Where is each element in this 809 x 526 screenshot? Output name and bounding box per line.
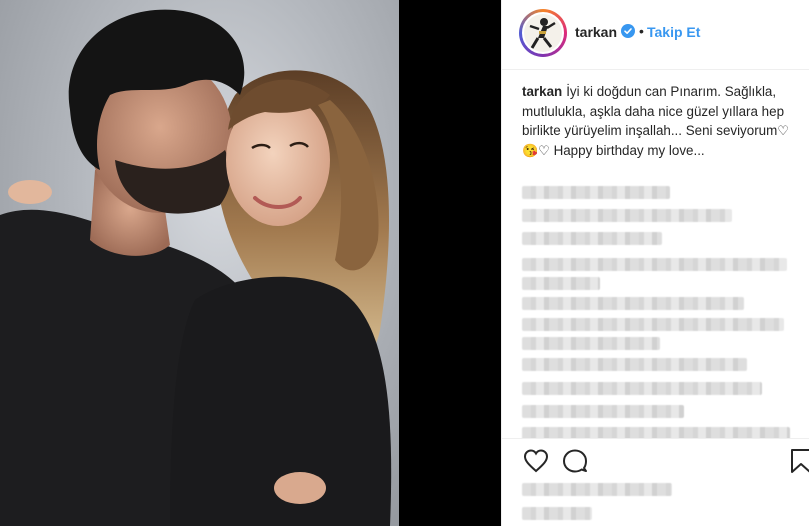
post-caption: tarkan İyi ki doğdun can Pınarım. Sağlıkl… <box>522 82 792 160</box>
blurred-comment <box>522 318 784 331</box>
follow-button[interactable]: Takip Et <box>647 24 700 40</box>
caption-tail: Happy birthday my love... <box>549 142 705 158</box>
blurred-likes <box>522 483 672 496</box>
avatar[interactable] <box>519 9 567 57</box>
avatar-figure-icon <box>524 14 562 52</box>
blurred-comment <box>522 358 747 371</box>
post-username[interactable]: tarkan <box>575 24 617 40</box>
caption-username[interactable]: tarkan <box>522 84 562 99</box>
blurred-comment <box>522 337 660 350</box>
blurred-comment <box>522 186 670 199</box>
post-photo[interactable] <box>0 0 399 526</box>
blurred-comment <box>522 232 662 245</box>
separator-dot: • <box>639 23 644 39</box>
blurred-comment <box>522 382 762 395</box>
blurred-comment <box>522 209 732 222</box>
blurred-comment <box>522 297 744 310</box>
photo-letterbox <box>399 0 501 526</box>
avatar-image <box>522 12 564 54</box>
post-side-panel: tarkan • Takip Et tarkan İyi ki doğdun ca… <box>501 0 809 526</box>
verified-badge-icon <box>621 24 635 38</box>
blurred-comment <box>522 405 684 418</box>
bookmark-icon[interactable] <box>787 447 809 475</box>
blurred-timestamp <box>522 507 592 520</box>
post-actions <box>502 438 809 526</box>
post-header: tarkan • Takip Et <box>502 0 809 70</box>
heart-icon[interactable] <box>522 447 550 475</box>
couple-photo-illustration <box>0 9 392 526</box>
blurred-comment <box>522 258 787 271</box>
blurred-comment <box>522 277 600 290</box>
comment-icon[interactable] <box>561 447 589 475</box>
